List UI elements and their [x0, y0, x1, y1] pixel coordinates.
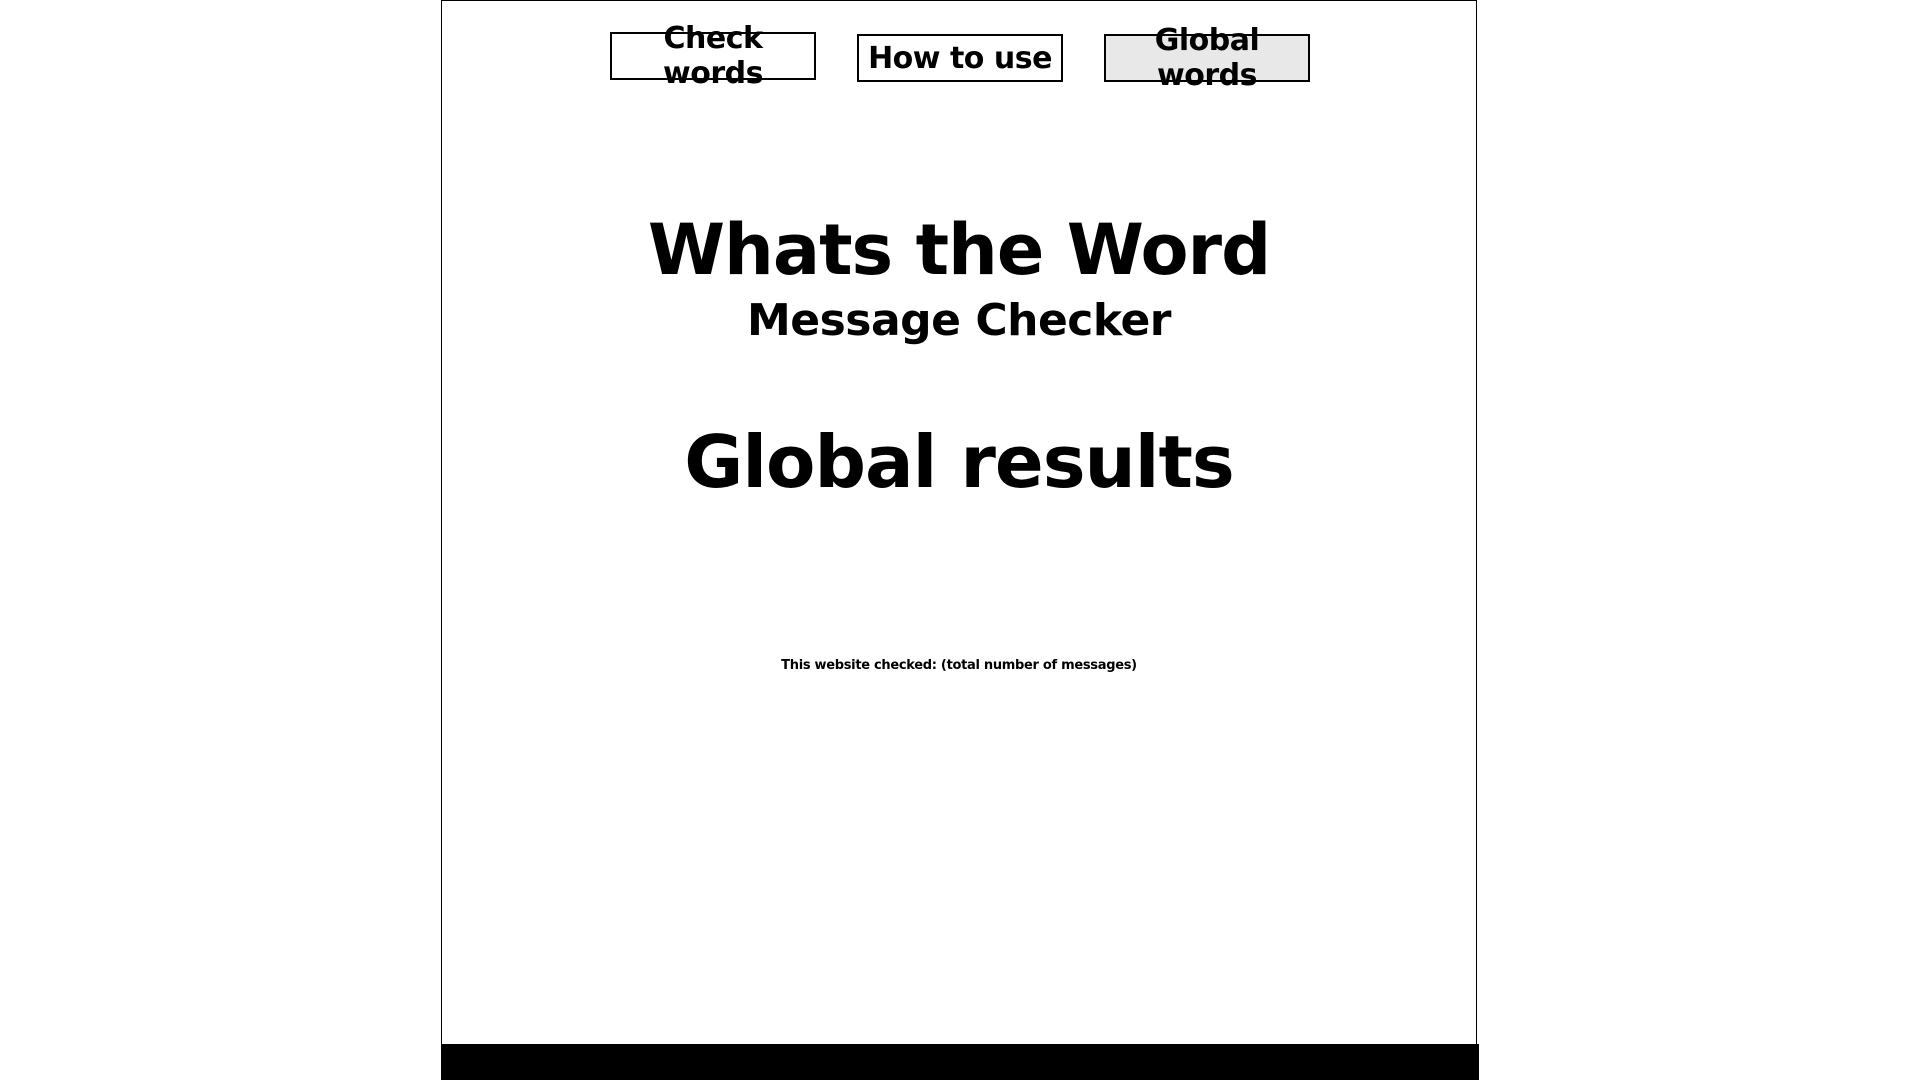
app-subtitle: Message Checker: [746, 295, 1172, 346]
total-messages-text: This website checked: (total number of m…: [781, 658, 1137, 673]
page-frame: Check words How to use Global words What…: [441, 0, 1477, 1080]
footer-bar: [441, 1044, 1479, 1080]
page-heading: Global results: [684, 420, 1235, 504]
nav-check-words-button[interactable]: Check words: [610, 21, 816, 91]
app-title: Whats the Word: [647, 209, 1271, 291]
page-canvas: Check words How to use Global words What…: [0, 0, 1920, 1080]
nav-global-words-button[interactable]: Global words: [1104, 23, 1310, 93]
nav-how-to-use-button[interactable]: How to use: [857, 34, 1063, 82]
